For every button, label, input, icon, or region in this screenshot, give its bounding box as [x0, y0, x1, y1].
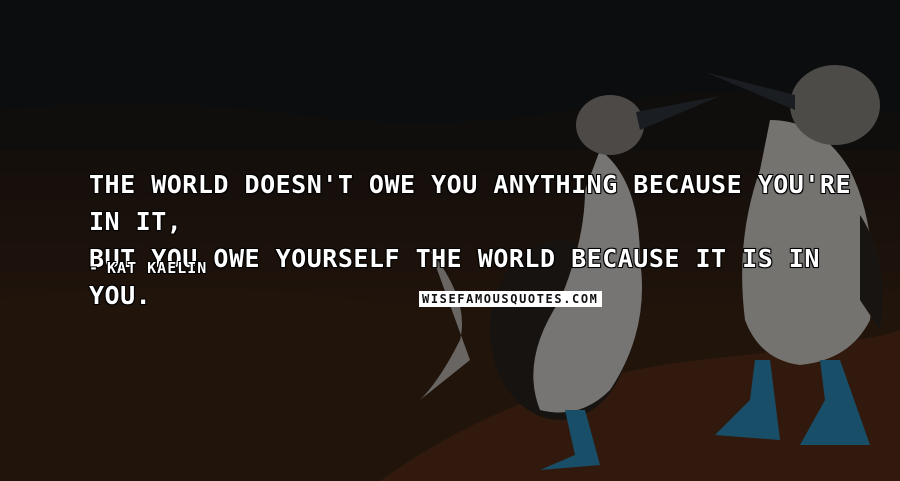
quote-line-1: The world doesn't owe you anything becau… — [89, 170, 852, 236]
quote-image: The world doesn't owe you anything becau… — [0, 0, 900, 481]
quote-author: - Kat Kaelin — [89, 259, 207, 277]
author-dash: - — [89, 259, 100, 277]
author-name: Kat Kaelin — [107, 259, 208, 277]
watermark-badge: wisefamousquotes.com — [419, 291, 602, 307]
